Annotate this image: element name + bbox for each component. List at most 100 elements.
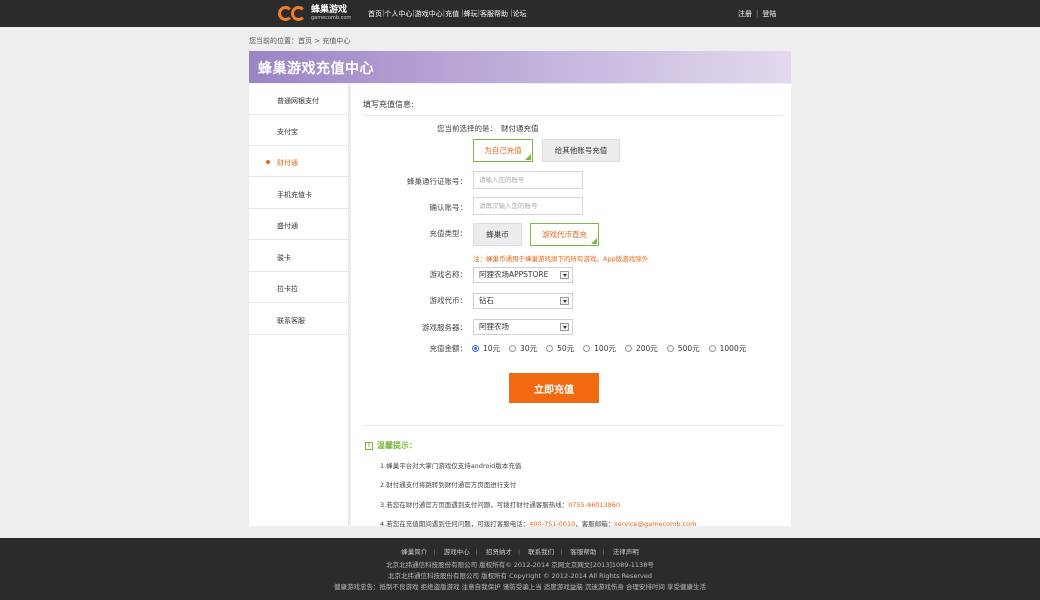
footer-link-legal[interactable]: 法律声明 [613, 548, 639, 556]
nav-user-center[interactable]: 个人中心 [384, 9, 412, 19]
nav-game-center[interactable]: 游戏中心 [415, 9, 443, 19]
game-name-select[interactable]: 阿狸农场APPSTORE [473, 267, 573, 283]
dropdown-arrow-icon [560, 323, 569, 331]
type-coin-button[interactable]: 蜂巢币 [473, 223, 522, 246]
tips-header: ! 温馨提示： [365, 440, 417, 451]
sidebar-item-label: 联系客服 [277, 317, 305, 325]
section-title: 填写充值信息: [363, 100, 414, 109]
recharge-type-label: 充值类型： [429, 229, 468, 238]
footer-links: 蜂巢简介 | 游戏中心 | 招贤纳才 | 联系我们 | 客服帮助 | 法律声明 [401, 548, 639, 556]
game-currency-value: 钻石 [479, 296, 494, 305]
main-nav: 首页 | 个人中心 | 游戏中心 | 充值 | 蜂玩 | 客服帮助 | 论坛 [368, 9, 527, 19]
tips-title: 温馨提示： [377, 441, 417, 450]
sidebar-item-shengpay[interactable]: 盛付通 [249, 209, 349, 240]
amount-option[interactable]: 1000元 [708, 343, 746, 354]
sidebar-item-alipay[interactable]: 支付宝 [249, 115, 349, 146]
sidebar-item-label: 普通网银支付 [277, 97, 319, 105]
auth-links: 注册 | 登陆 [738, 9, 777, 19]
nav-home[interactable]: 首页 [368, 9, 382, 19]
confirm-account-input[interactable]: 请再次输入您的账号 [473, 197, 583, 215]
page-title: 蜂巢游戏充值中心 [258, 61, 374, 77]
radio-icon [509, 345, 517, 352]
footer-copyright-1: 北京北纬通信科技股份有限公司 版权所有© 2012-2014 京网文京网文[20… [386, 561, 654, 569]
amount-radio-group: 10元 30元 50元 100元 200元 500元 1000元 [472, 343, 755, 354]
payment-method-sidebar: 普通网银支付 支付宝 财付通 手机充值卡 盛付通 骏卡 拉卡拉 联系客服 [249, 84, 349, 526]
selected-method-label: 您当前选择的是： [437, 124, 497, 133]
tenpay-hotline: 0755-86013860 [568, 501, 621, 509]
game-server-value: 阿狸农场 [479, 322, 509, 331]
nav-forum[interactable]: 论坛 [513, 9, 527, 19]
sidebar-item-label: 盛付通 [277, 222, 298, 230]
sidebar-item-label: 骏卡 [277, 254, 291, 262]
service-email-link[interactable]: service@gamecomb.com [614, 520, 696, 528]
recharge-type-note: 注：蜂巢币通用于蜂巢游戏旗下的所有游戏，App版游戏除外 [473, 255, 649, 263]
sidebar-item-contact[interactable]: 联系客服 [249, 304, 349, 335]
footer: 蜂巢简介 | 游戏中心 | 招贤纳才 | 联系我们 | 客服帮助 | 法律声明 北京北纬通… [0, 538, 1040, 600]
radio-icon [708, 345, 716, 352]
divider [363, 115, 783, 116]
recharge-self-button[interactable]: 为自己充值 [473, 139, 533, 162]
sidebar-item-label: 拉卡拉 [277, 285, 298, 293]
game-name-label: 游戏名称： [429, 270, 468, 279]
sidebar-item-junka[interactable]: 骏卡 [249, 241, 349, 272]
tip-1: 1.蜂巢平台对大掌门游戏仅支持android版本充值 [380, 462, 522, 470]
game-server-label: 游戏服务器： [422, 323, 467, 332]
nav-help[interactable]: 客服帮助 [480, 9, 508, 19]
footer-copyright-2: 北京北纬通信科技股份有限公司 版权所有 Copyright © 2012-201… [388, 572, 652, 580]
nav-fengwan[interactable]: 蜂玩 [464, 9, 478, 19]
account-label: 蜂巢通行证账号： [407, 177, 467, 186]
recharge-form-panel: 填写充值信息: 您当前选择的是： 财付通充值 为自己充值 给其他账号充值 蜂巢通… [351, 84, 791, 528]
register-link[interactable]: 注册 [738, 9, 752, 19]
amount-label: 充值金额： [429, 344, 468, 353]
footer-health-notice: 健康游戏忠告：抵制不良游戏 拒绝盗版游戏 注意自我保护 谨防受骗上当 适度游戏益… [334, 583, 706, 591]
sidebar-item-tenpay[interactable]: 财付通 [249, 146, 349, 177]
radio-icon [472, 345, 479, 352]
game-server-select[interactable]: 阿狸农场 [473, 319, 573, 335]
recharge-other-button[interactable]: 给其他账号充值 [542, 139, 620, 162]
radio-icon [666, 345, 674, 352]
active-dot-icon [266, 160, 270, 164]
footer-link-contact[interactable]: 联系我们 [528, 548, 554, 556]
service-phone: 400-751-0010 [529, 520, 576, 528]
sidebar-item-bank[interactable]: 普通网银支付 [249, 84, 349, 115]
logo-domain: gamecomb.com [311, 15, 352, 21]
type-direct-button[interactable]: 游戏代币直充 [530, 223, 599, 246]
game-currency-select[interactable]: 钻石 [473, 293, 573, 309]
dropdown-arrow-icon [560, 271, 569, 279]
sidebar-item-lakala[interactable]: 拉卡拉 [249, 272, 349, 303]
login-link[interactable]: 登陆 [762, 9, 776, 19]
game-name-value: 阿狸农场APPSTORE [479, 270, 549, 279]
game-currency-label: 游戏代币： [429, 296, 468, 305]
confirm-account-label: 确认账号： [429, 203, 468, 212]
selected-method-value: 财付通充值 [501, 124, 539, 133]
radio-icon [546, 345, 554, 352]
footer-link-jobs[interactable]: 招贤纳才 [486, 548, 512, 556]
amount-option[interactable]: 50元 [546, 343, 574, 354]
amount-option[interactable]: 10元 [472, 343, 500, 354]
logo-icon [278, 5, 308, 22]
logo-text: 蜂巢游戏 [311, 5, 348, 15]
amount-option[interactable]: 100元 [583, 343, 616, 354]
breadcrumb: 您当前的位置：首页 > 充值中心 [249, 37, 351, 45]
footer-link-about[interactable]: 蜂巢简介 [401, 548, 427, 556]
amount-option[interactable]: 30元 [509, 343, 537, 354]
divider [363, 425, 783, 426]
nav-recharge[interactable]: 充值 [445, 9, 459, 19]
account-input[interactable]: 请输入您的账号 [473, 171, 583, 189]
footer-link-games[interactable]: 游戏中心 [444, 548, 470, 556]
tip-2: 2.财付通支付将跳转到财付通官方页面进行支付 [380, 481, 517, 489]
submit-recharge-button[interactable]: 立即充值 [509, 373, 599, 403]
dropdown-arrow-icon [560, 297, 569, 305]
top-bar: 蜂巢游戏 gamecomb.com 首页 | 个人中心 | 游戏中心 | 充值 | 蜂… [0, 0, 1040, 27]
site-logo[interactable]: 蜂巢游戏 gamecomb.com [278, 4, 351, 23]
sidebar-item-label: 财付通 [277, 159, 298, 167]
amount-option[interactable]: 500元 [666, 343, 700, 354]
info-icon: ! [365, 441, 373, 450]
page-banner: 蜂巢游戏充值中心 [249, 51, 791, 83]
sidebar-item-phone-card[interactable]: 手机充值卡 [249, 178, 349, 209]
sidebar-item-label: 手机充值卡 [277, 191, 312, 199]
footer-link-help[interactable]: 客服帮助 [570, 548, 596, 556]
radio-icon [583, 345, 591, 352]
amount-option[interactable]: 200元 [624, 343, 658, 354]
sidebar-item-label: 支付宝 [277, 128, 298, 136]
